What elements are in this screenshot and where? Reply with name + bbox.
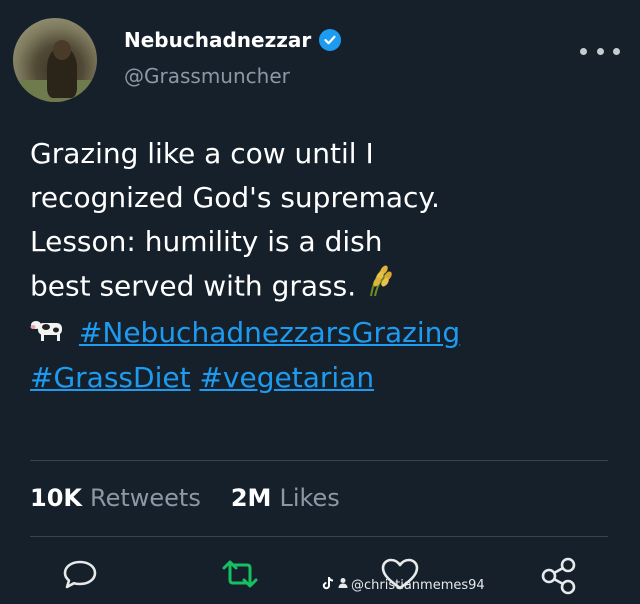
tweet-line: Lesson: humility is a dish <box>30 225 383 258</box>
hashtag-link[interactable]: #vegetarian <box>199 361 374 394</box>
user-icon <box>337 577 349 593</box>
tweet-line-text: best served with grass. <box>30 269 357 303</box>
tweet-line-4: best served with grass. <box>30 264 610 311</box>
more-options-icon[interactable] <box>580 36 620 66</box>
tweet-line: Grazing like a cow until I <box>30 137 374 170</box>
rice-emoji-icon <box>365 264 395 311</box>
retweet-icon[interactable] <box>216 556 264 596</box>
watermark: @christianmemes94 <box>322 576 485 594</box>
action-bar <box>0 552 640 602</box>
divider <box>30 536 608 537</box>
tweet-line: recognized God's supremacy. <box>30 181 440 214</box>
retweets-label[interactable]: Retweets <box>90 484 201 512</box>
display-name-row[interactable]: Nebuchadnezzar <box>124 28 342 52</box>
hashtag-line-1: #NebuchadnezzarsGrazing <box>30 311 610 356</box>
share-icon[interactable] <box>540 556 580 600</box>
divider <box>30 460 608 461</box>
retweets-count[interactable]: 10K <box>30 484 82 512</box>
reply-icon[interactable] <box>60 556 100 596</box>
avatar-head <box>53 40 71 60</box>
user-handle[interactable]: @Grassmuncher <box>124 64 290 88</box>
hashtag-link[interactable]: #GrassDiet <box>30 361 191 394</box>
watermark-text: @christianmemes94 <box>351 577 485 593</box>
engagement-stats: 10K Retweets 2M Likes <box>30 484 370 512</box>
verified-badge-icon <box>319 29 342 51</box>
avatar[interactable] <box>13 18 97 102</box>
hashtag-line-2: #GrassDiet #vegetarian <box>30 356 610 400</box>
cow-emoji-icon <box>30 312 70 356</box>
likes-label[interactable]: Likes <box>279 484 339 512</box>
hashtag-link[interactable]: #NebuchadnezzarsGrazing <box>79 316 460 349</box>
display-name[interactable]: Nebuchadnezzar <box>124 28 311 52</box>
tweet-text: Grazing like a cow until I recognized Go… <box>30 132 610 400</box>
likes-count[interactable]: 2M <box>231 484 272 512</box>
tiktok-icon <box>322 576 334 594</box>
